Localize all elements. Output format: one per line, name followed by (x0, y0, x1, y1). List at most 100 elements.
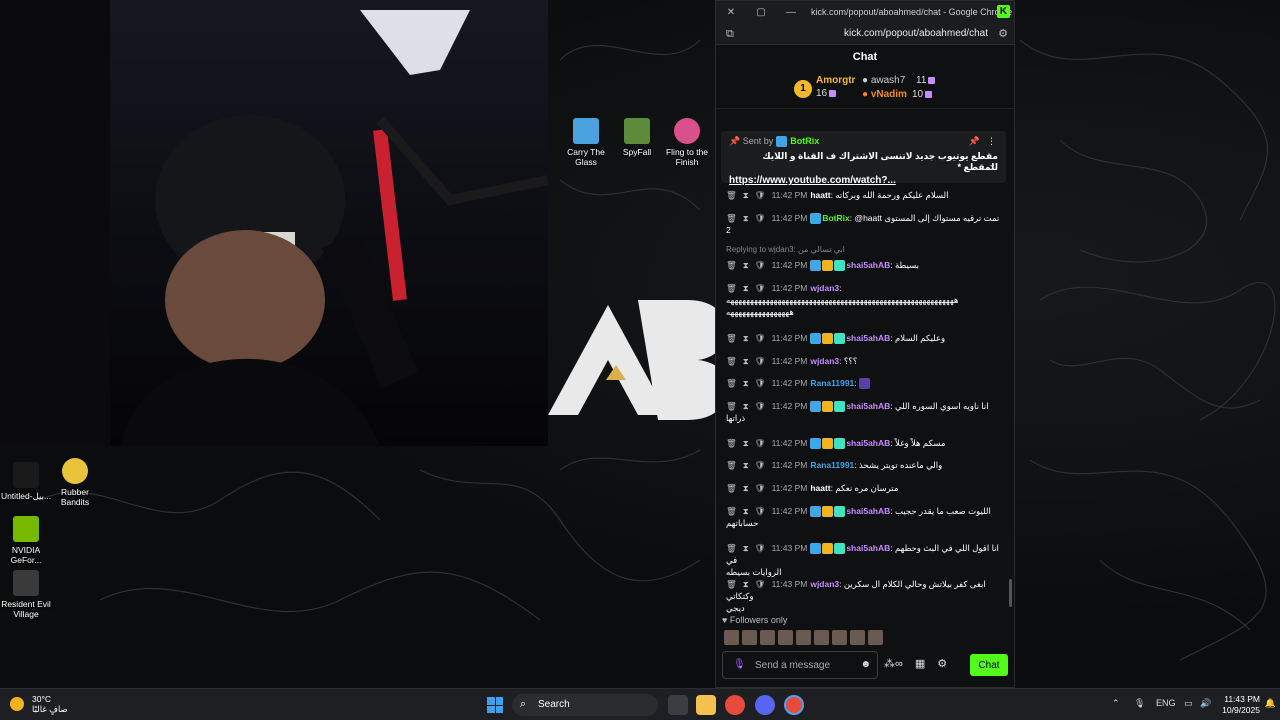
chat-message[interactable]: 🗑 ⧗ 🛡 11:42 PM haatt: مترسان مره نعكم (726, 482, 1006, 494)
tune-icon[interactable]: ⚙ (998, 27, 1008, 40)
app-icon (13, 570, 39, 596)
chat-message[interactable]: 🗑 ⧗ 🛡 11:42 PM shai5ahAB: انا ناويه اسوي الس… (726, 400, 1006, 424)
chevron-down-icon[interactable]: ⌄ (988, 159, 996, 170)
timeout-icon: ⧗ (742, 190, 749, 200)
weather-widget[interactable]: 30°C صافٍ غالبًا (10, 694, 68, 714)
emote-icon[interactable] (850, 629, 865, 645)
send-chat-button[interactable]: Chat (970, 654, 1008, 676)
pinned-sender[interactable]: BotRix (790, 136, 819, 146)
chat-message[interactable]: 🗑 ⧗ 🛡 11:43 PM wjdan3: ابغى كفر بيلاتش وحالي… (726, 578, 1006, 613)
desktop-icon-resident-evil-village[interactable]: Resident Evil Village (0, 570, 52, 619)
delete-icon: 🗑 (726, 356, 737, 366)
chat-message[interactable]: 🗑 ⧗ 🛡 11:42 PM wjdan3: ؟؟؟ (726, 355, 1006, 367)
url-text: kick.com/popout/aboahmed/chat (844, 28, 988, 39)
close-icon[interactable]: ✕ (716, 7, 746, 18)
kick-points-icon[interactable]: ⁂∞ (884, 657, 903, 670)
leader-first-name[interactable]: Amorgtr (816, 75, 855, 86)
emote-bar[interactable] (724, 629, 1004, 645)
timeout-icon: ⧗ (742, 438, 749, 448)
chat-message[interactable]: 🗑 ⧗ 🛡 11:42 PM shai5ahAB: بسيطة (726, 259, 1006, 272)
chat-input[interactable]: 🎙 Send a message ☻ (722, 651, 878, 679)
chrome-active-icon[interactable] (784, 695, 804, 715)
minimize-icon[interactable]: — (776, 7, 806, 18)
delete-icon: 🗑 (726, 483, 737, 493)
timeout-icon: ⧗ (742, 460, 749, 470)
desktop-icon-carry-the-glass[interactable]: Carry The Glass (560, 118, 612, 167)
file-explorer-icon[interactable] (696, 695, 716, 715)
timeout-icon: ⧗ (742, 213, 749, 223)
sub-gift-icon (928, 76, 936, 84)
chat-message[interactable]: 🗑 ⧗ 🛡 11:42 PM wjdan3: هههههههههههههههههههههه… (726, 282, 1006, 318)
desktop-icon-nvidia[interactable]: NVIDIA GeFor... (0, 516, 52, 565)
start-button[interactable] (487, 697, 503, 713)
delete-icon: 🗑 (726, 213, 737, 223)
store-icon[interactable]: ▦ (915, 657, 925, 670)
title-bar: ✕ ▢ — kick.com/popout/aboahmed/chat - Go… (716, 1, 1014, 23)
site-info-icon[interactable]: ⧉ (726, 28, 734, 41)
emote-icon[interactable] (724, 629, 739, 645)
microphone-icon[interactable]: 🎙 (733, 659, 746, 670)
ab-logo (548, 300, 718, 420)
emote-icon[interactable] (832, 629, 847, 645)
emote-icon (859, 378, 871, 390)
emote-icon[interactable] (760, 629, 775, 645)
task-view-icon[interactable] (668, 695, 688, 715)
leader-third-count: 10 (912, 89, 933, 100)
sub-gift-icon (829, 89, 837, 97)
timeout-icon: ⧗ (742, 401, 749, 411)
emote-icon[interactable] (868, 629, 883, 645)
chat-message[interactable]: 🗑 ⧗ 🛡 11:42 PM shai5ahAB: الليوت صعب ما يقدر… (726, 505, 1006, 529)
desktop-icon-untitled[interactable]: Untitled-بيل... (0, 462, 52, 501)
timeout-icon: ⧗ (742, 506, 749, 516)
tray-overflow-icon[interactable]: ⌃ (1112, 698, 1120, 709)
chat-messages[interactable]: 🗑 ⧗ 🛡 11:42 PM haatt: السلام عليكم ورحمة الل… (716, 185, 1012, 613)
emote-icon[interactable] (742, 629, 757, 645)
delete-icon: 🗑 (726, 260, 737, 270)
volume-icon[interactable]: 🔊 (1200, 698, 1211, 709)
chat-message[interactable]: 🗑 ⧗ 🛡 11:42 PM haatt: السلام عليكم ورحمة الل… (726, 189, 1006, 201)
taskbar-search[interactable]: ⌕ Search (512, 694, 658, 716)
taskbar-clock[interactable]: 11:43 PM 10/9/2025 (1222, 694, 1260, 716)
maximize-icon[interactable]: ▢ (746, 7, 776, 18)
more-options-icon[interactable]: ⋮ (987, 136, 996, 147)
chat-message[interactable]: 🗑 ⧗ 🛡 11:42 PM BotRix: @haatt تمت ترقيه مستو… (726, 212, 1006, 236)
notification-icon[interactable]: 🔔 (1265, 698, 1276, 709)
timeout-icon: ⧗ (742, 378, 749, 388)
chat-message[interactable]: 🗑 ⧗ 🛡 11:42 PM Rana11991: والي ماعنده تويتر … (726, 459, 1006, 471)
desktop-icon-spyfall[interactable]: SpyFall (611, 118, 663, 157)
leader-second-count: 11 (916, 75, 936, 86)
chat-message[interactable]: 🗑 ⧗ 🛡 11:42 PM Rana11991: (726, 377, 1006, 390)
language-indicator[interactable]: ENG (1156, 698, 1176, 708)
address-bar[interactable]: ⧉ kick.com/popout/aboahmed/chat ⚙ (716, 23, 1014, 45)
emoji-icon[interactable]: ☻ (860, 659, 871, 670)
chat-scrollbar[interactable] (1009, 579, 1012, 607)
leader-third-name[interactable]: ● vNadim (862, 89, 907, 100)
chrome-icon[interactable] (725, 695, 745, 715)
desktop-icon-rubber-bandits[interactable]: Rubber Bandits (49, 458, 101, 507)
reply-context[interactable]: Replying to wjdan3: ابي تسالي من (726, 245, 845, 254)
ban-icon: 🛡 (754, 401, 766, 411)
kick-extension-icon[interactable]: K (997, 5, 1010, 18)
app-icon (62, 458, 88, 484)
ban-icon: 🛡 (754, 506, 766, 516)
chat-message[interactable]: 🗑 ⧗ 🛡 11:42 PM shai5ahAB: مسكم هلاً وغلاً (726, 437, 1006, 450)
windows-taskbar: 30°C صافٍ غالبًا ⌕ Search ⌃ 🎙 ENG ▭ 🔊 11… (0, 688, 1280, 720)
discord-icon[interactable] (755, 695, 775, 715)
delete-icon: 🗑 (726, 283, 737, 293)
app-icon (674, 118, 700, 144)
microphone-tray-icon[interactable]: 🎙 (1134, 698, 1145, 709)
emote-icon[interactable] (778, 629, 793, 645)
desktop-icon-fling-to-the-finish[interactable]: Fling to the Finish (661, 118, 713, 167)
settings-icon[interactable]: ⚙ (937, 657, 947, 670)
chat-message[interactable]: 🗑 ⧗ 🛡 11:43 PM shai5ahAB: انا اقول اللي في ا… (726, 542, 1006, 578)
leader-first-count: 16 (816, 88, 837, 99)
emote-icon[interactable] (796, 629, 811, 645)
ban-icon: 🛡 (754, 438, 766, 448)
ban-icon: 🛡 (754, 213, 766, 223)
emote-icon[interactable] (814, 629, 829, 645)
unpin-icon[interactable]: 📌 (969, 136, 980, 147)
chat-message[interactable]: 🗑 ⧗ 🛡 11:42 PM shai5ahAB: وعليكم السلام (726, 332, 1006, 345)
search-icon: ⌕ (520, 698, 527, 710)
leader-second-name[interactable]: ● awash7 (862, 75, 905, 86)
network-icon[interactable]: ▭ (1184, 698, 1193, 709)
